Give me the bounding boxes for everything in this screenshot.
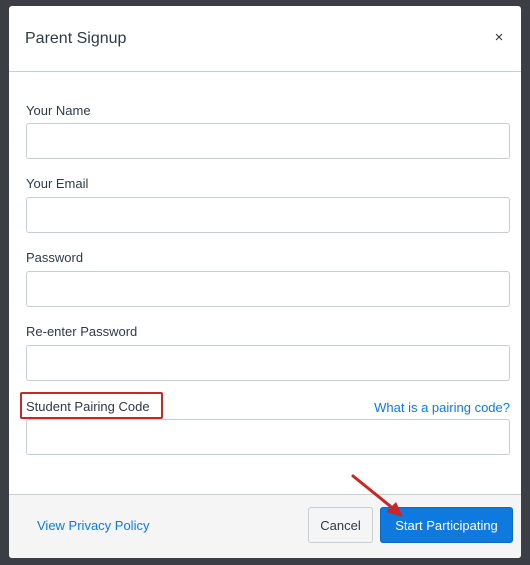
student-pairing-code-label: Student Pairing Code <box>26 399 150 414</box>
cancel-button[interactable]: Cancel <box>308 507 373 543</box>
password-label: Password <box>26 250 84 265</box>
your-email-label: Your Email <box>26 176 89 191</box>
your-name-label: Your Name <box>26 103 91 118</box>
your-email-input[interactable] <box>26 197 510 233</box>
view-privacy-policy-link[interactable]: View Privacy Policy <box>37 518 149 533</box>
dialog-title: Parent Signup <box>25 30 127 47</box>
close-icon[interactable]: × <box>489 28 509 48</box>
reenter-password-label: Re-enter Password <box>26 324 138 339</box>
dialog-footer: View Privacy Policy Cancel Start Partici… <box>9 494 521 558</box>
reenter-password-input[interactable] <box>26 345 510 381</box>
your-name-input[interactable] <box>26 123 510 159</box>
pairing-code-help-link[interactable]: What is a pairing code? <box>374 400 510 415</box>
parent-signup-dialog: Parent Signup × Your Name Your Email Pas… <box>9 6 521 558</box>
student-pairing-code-input[interactable] <box>26 419 510 455</box>
start-participating-button[interactable]: Start Participating <box>380 507 513 543</box>
password-input[interactable] <box>26 271 510 307</box>
dialog-header: Parent Signup × <box>9 6 521 72</box>
